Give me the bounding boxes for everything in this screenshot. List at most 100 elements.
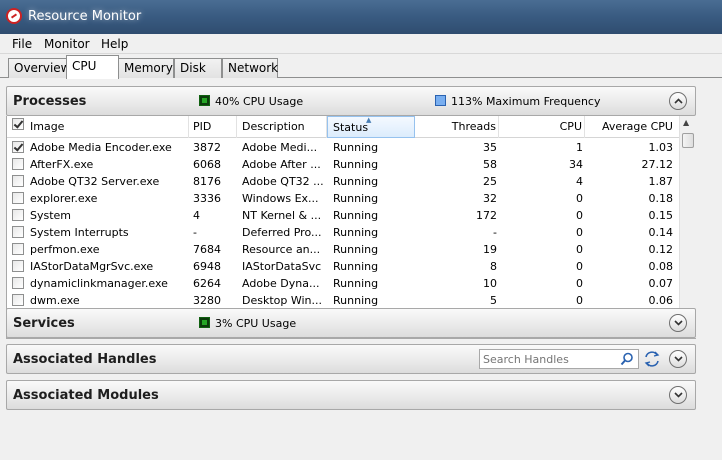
cell-description: NT Kernel & ...: [242, 209, 322, 222]
processes-collapse-button[interactable]: [669, 92, 687, 110]
processes-header[interactable]: Processes 40% CPU Usage 113% Maximum Fre…: [6, 86, 696, 116]
processes-rows: Adobe Media Encoder.exe 3872 Adobe Medi...…: [7, 116, 679, 338]
cell-pid: 6264: [193, 277, 221, 290]
cell-description: Adobe Medi...: [242, 141, 318, 154]
modules-title: Associated Modules: [13, 388, 159, 403]
cell-cpu: 0: [576, 192, 583, 205]
cell-threads: 35: [483, 141, 497, 154]
cpu-usage-swatch: [199, 95, 210, 106]
tab-network[interactable]: Network: [222, 58, 278, 78]
search-handles-box: [479, 349, 639, 369]
table-row[interactable]: explorer.exe 3336 Windows Ex... Running 32 0 0…: [7, 190, 679, 207]
table-row[interactable]: dwm.exe 3280 Desktop Win... Running 5 0 0.06: [7, 292, 679, 309]
menu-monitor[interactable]: Monitor: [44, 37, 90, 51]
cpu-tab-content: Processes 40% CPU Usage 113% Maximum Fre…: [0, 78, 722, 460]
cell-image: IAStorDataMgrSvc.exe: [30, 260, 154, 273]
cell-avg: 0.07: [648, 277, 674, 290]
cell-description: IAStorDataSvc: [242, 260, 322, 273]
cell-threads: 58: [483, 158, 497, 171]
cell-status: Running: [333, 175, 379, 188]
cell-threads: -: [493, 226, 497, 239]
table-row[interactable]: AfterFX.exe 6068 Adobe After ... Running 58 3…: [7, 156, 679, 173]
menu-file[interactable]: File: [12, 37, 32, 51]
tab-strip: Overview CPU Memory Disk Network: [0, 54, 722, 79]
resource-monitor-icon: [6, 8, 22, 24]
scroll-up-icon[interactable]: ▲: [683, 118, 689, 127]
tab-overview[interactable]: Overview: [8, 58, 71, 78]
cell-avg: 0.12: [648, 243, 674, 256]
processes-scrollbar[interactable]: ▲ ▼: [679, 116, 696, 338]
cell-status: Running: [333, 277, 379, 290]
processes-max-frequency-label: 113% Maximum Frequency: [451, 95, 601, 108]
cell-description: Adobe After ...: [242, 158, 321, 171]
chevron-up-icon: [674, 98, 683, 104]
cell-pid: 3872: [193, 141, 221, 154]
cell-status: Running: [333, 243, 379, 256]
services-expand-button[interactable]: [669, 314, 687, 332]
cell-cpu: 0: [576, 226, 583, 239]
cell-threads: 19: [483, 243, 497, 256]
cell-status: Running: [333, 192, 379, 205]
services-header[interactable]: Services 3% CPU Usage: [6, 308, 696, 338]
row-checkbox[interactable]: [12, 175, 24, 187]
cell-cpu: 0: [576, 260, 583, 273]
row-checkbox[interactable]: [12, 209, 24, 221]
tab-disk[interactable]: Disk: [174, 58, 222, 78]
tab-cpu[interactable]: CPU: [66, 55, 119, 79]
cell-image: System Interrupts: [30, 226, 129, 239]
cell-cpu: 34: [569, 158, 583, 171]
table-row[interactable]: System 4 NT Kernel & ... Running 172 0 0.15: [7, 207, 679, 224]
table-row[interactable]: IAStorDataMgrSvc.exe 6948 IAStorDataSvc Run…: [7, 258, 679, 275]
modules-header[interactable]: Associated Modules: [6, 380, 696, 410]
cell-avg: 0.15: [648, 209, 674, 222]
cell-threads: 32: [483, 192, 497, 205]
row-checkbox[interactable]: [12, 158, 24, 170]
table-row[interactable]: perfmon.exe 7684 Resource an... Running 19 0 0…: [7, 241, 679, 258]
handles-title: Associated Handles: [13, 352, 157, 367]
search-icon[interactable]: [620, 352, 634, 366]
row-checkbox[interactable]: [12, 277, 24, 289]
row-checkbox[interactable]: [12, 192, 24, 204]
row-checkbox[interactable]: [12, 243, 24, 255]
table-row[interactable]: Adobe QT32 Server.exe 8176 Adobe QT32 ... R…: [7, 173, 679, 190]
cell-pid: 4: [193, 209, 200, 222]
cell-description: Windows Ex...: [242, 192, 319, 205]
search-handles-input[interactable]: [483, 352, 613, 366]
chevron-down-icon: [674, 392, 683, 398]
handles-expand-button[interactable]: [669, 350, 687, 368]
cell-cpu: 0: [576, 294, 583, 307]
tab-memory[interactable]: Memory: [118, 58, 174, 78]
processes-title: Processes: [13, 94, 87, 109]
cell-pid: 7684: [193, 243, 221, 256]
scroll-thumb[interactable]: [682, 133, 694, 148]
cell-description: Adobe QT32 ...: [242, 175, 324, 188]
cell-pid: 3280: [193, 294, 221, 307]
cell-threads: 8: [490, 260, 497, 273]
cell-description: Deferred Pro...: [242, 226, 322, 239]
handles-header[interactable]: Associated Handles: [6, 344, 696, 374]
cell-cpu: 0: [576, 277, 583, 290]
menu-bar: File Monitor Help: [0, 34, 722, 54]
row-checkbox[interactable]: [12, 294, 24, 306]
cell-avg: 0.08: [648, 260, 674, 273]
row-checkbox[interactable]: [12, 260, 24, 272]
processes-cpu-usage: 40% CPU Usage: [199, 95, 303, 108]
menu-help[interactable]: Help: [101, 37, 128, 51]
chevron-down-icon: [674, 320, 683, 326]
table-row[interactable]: dynamiclinkmanager.exe 6264 Adobe Dyna... R…: [7, 275, 679, 292]
cell-threads: 172: [476, 209, 497, 222]
services-cpu-swatch: [199, 317, 210, 328]
row-checkbox[interactable]: [12, 226, 24, 238]
modules-expand-button[interactable]: [669, 386, 687, 404]
table-row[interactable]: System Interrupts - Deferred Pro... Running…: [7, 224, 679, 241]
title-bar: Resource Monitor: [0, 0, 722, 34]
cell-pid: -: [193, 226, 197, 239]
cell-pid: 8176: [193, 175, 221, 188]
cell-image: dynamiclinkmanager.exe: [30, 277, 168, 290]
cell-pid: 3336: [193, 192, 221, 205]
row-checkbox[interactable]: [12, 141, 24, 153]
table-row[interactable]: Adobe Media Encoder.exe 3872 Adobe Medi...…: [7, 139, 679, 156]
cell-description: Desktop Win...: [242, 294, 323, 307]
refresh-search-icon[interactable]: [643, 350, 661, 368]
cell-image: Adobe Media Encoder.exe: [30, 141, 172, 154]
